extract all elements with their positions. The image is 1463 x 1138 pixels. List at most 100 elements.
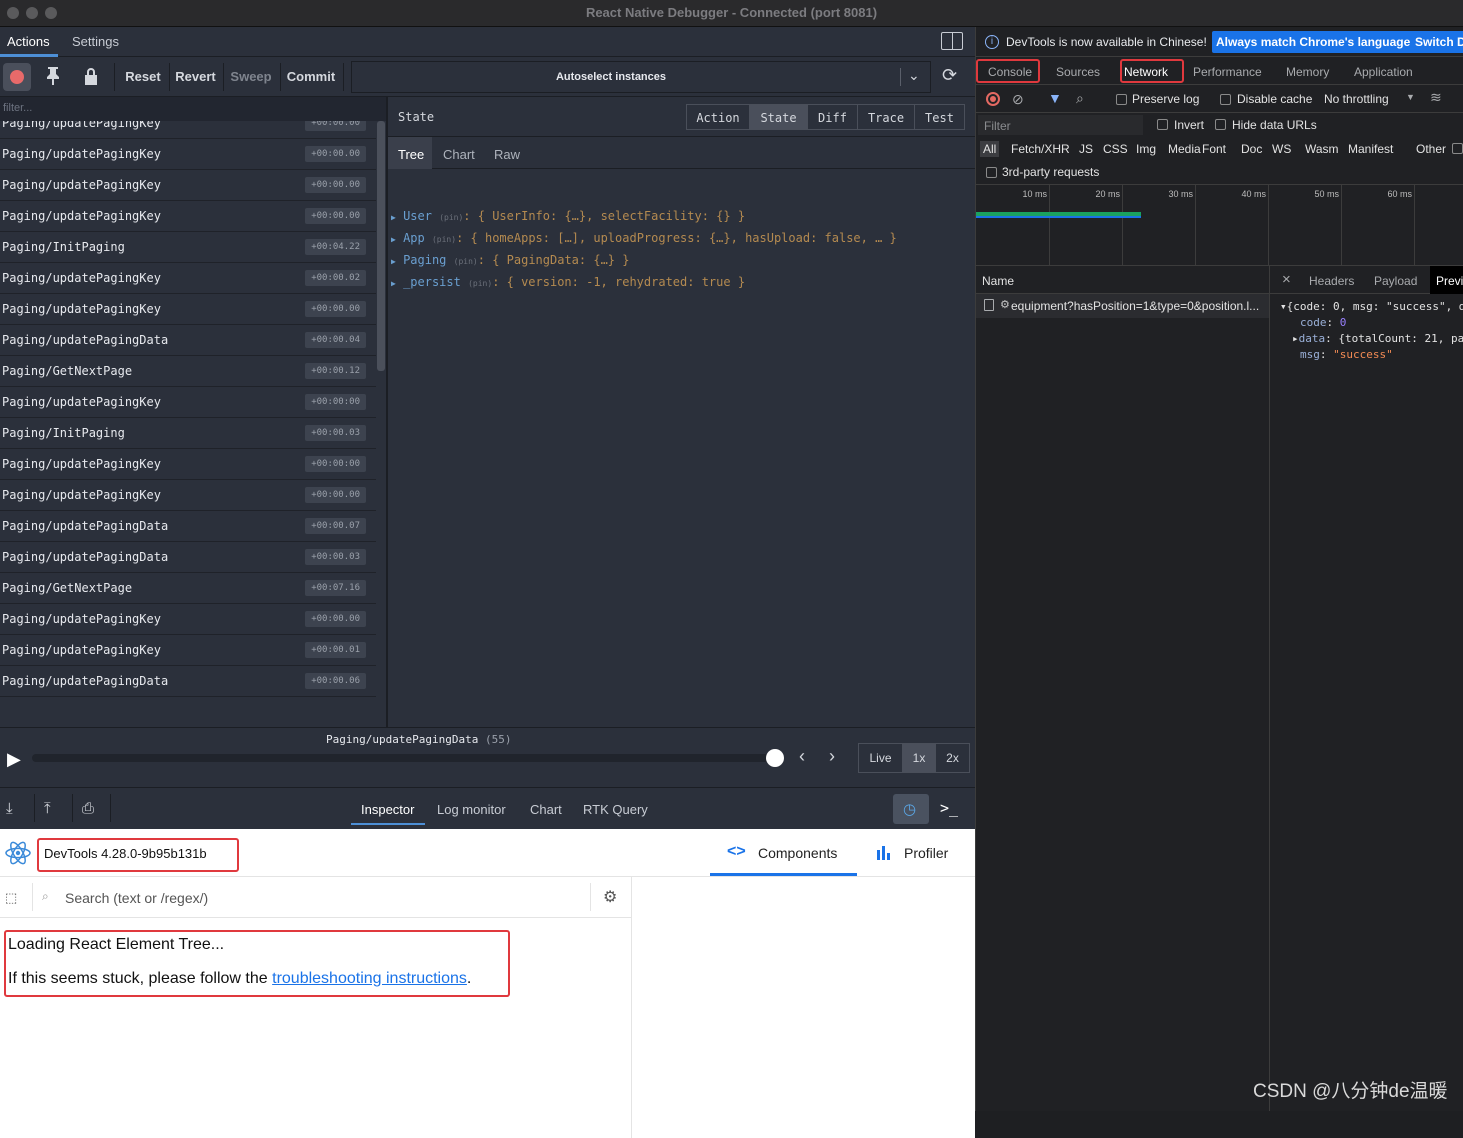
switch-language-button[interactable]: Switch D bbox=[1411, 31, 1463, 53]
upload-icon[interactable]: ⤒ bbox=[44, 800, 51, 817]
tab-raw[interactable]: Raw bbox=[494, 147, 520, 162]
action-row[interactable]: Paging/GetNextPage +00:00.12 bbox=[0, 356, 376, 387]
sweep-button[interactable]: Sweep bbox=[227, 63, 275, 91]
terminal-icon[interactable]: >_ bbox=[940, 799, 958, 817]
tab-preview[interactable]: Previ bbox=[1436, 274, 1463, 288]
tab-performance[interactable]: Performance bbox=[1193, 65, 1262, 79]
sync-icon[interactable]: ⟳ bbox=[942, 65, 957, 86]
tab-chart[interactable]: Chart bbox=[443, 147, 475, 162]
play-icon[interactable]: ▶ bbox=[7, 749, 21, 770]
book-icon[interactable] bbox=[941, 32, 963, 50]
live-button[interactable]: Live bbox=[858, 743, 903, 773]
component-search-input[interactable]: Search (text or /regex/) bbox=[65, 890, 208, 906]
tab-actions[interactable]: Actions bbox=[7, 34, 50, 49]
tab-profiler[interactable]: Profiler bbox=[904, 845, 948, 861]
wifi-settings-icon[interactable]: ≋ bbox=[1430, 89, 1442, 106]
action-row[interactable]: Paging/updatePagingKey +00:00.00 bbox=[0, 604, 376, 635]
gear-icon[interactable]: ⚙ bbox=[603, 887, 617, 907]
type-filter-js[interactable]: JS bbox=[1079, 142, 1093, 156]
disable-cache-checkbox[interactable] bbox=[1220, 94, 1231, 105]
name-column-header[interactable]: Name bbox=[976, 266, 1269, 294]
slider-handle[interactable] bbox=[766, 749, 784, 767]
tab-headers[interactable]: Headers bbox=[1309, 274, 1354, 288]
lock-icon[interactable] bbox=[84, 67, 98, 85]
action-tab-button[interactable]: Action bbox=[686, 104, 750, 130]
select-element-icon[interactable]: ⬚ bbox=[5, 890, 17, 906]
state-tab-button[interactable]: State bbox=[749, 104, 808, 130]
tab-payload[interactable]: Payload bbox=[1374, 274, 1417, 288]
download-icon[interactable]: ⤓ bbox=[6, 800, 13, 817]
preview-data-row[interactable]: ▸data: {totalCount: 21, pa bbox=[1292, 332, 1463, 345]
type-filter-css[interactable]: CSS bbox=[1103, 142, 1128, 156]
tab-rtk-query[interactable]: RTK Query bbox=[583, 802, 648, 817]
action-row[interactable]: Paging/updatePagingData +00:00.06 bbox=[0, 666, 376, 697]
tab-console[interactable]: Console bbox=[988, 65, 1032, 79]
action-row[interactable]: Paging/updatePagingData +00:00.07 bbox=[0, 511, 376, 542]
search-icon[interactable]: ⌕ bbox=[1076, 90, 1084, 107]
action-row[interactable]: Paging/updatePagingKey +00:00.00 bbox=[0, 294, 376, 325]
type-filter-fetchxhr[interactable]: Fetch/XHR bbox=[1011, 142, 1070, 156]
state-tree-node[interactable]: ▶ _persist (pin): { version: -1, rehydra… bbox=[391, 275, 745, 289]
print-icon[interactable]: ⎙ bbox=[82, 800, 94, 817]
filter-icon[interactable]: ▼ bbox=[1048, 90, 1062, 106]
tab-components[interactable]: Components bbox=[758, 845, 837, 861]
throttling-select[interactable]: No throttling bbox=[1324, 92, 1389, 106]
chevron-right-icon[interactable]: › bbox=[829, 746, 835, 767]
state-tree-node[interactable]: ▶ User (pin): { UserInfo: {…}, selectFac… bbox=[391, 209, 745, 223]
tab-memory[interactable]: Memory bbox=[1286, 65, 1329, 79]
preview-line1[interactable]: ▾{code: 0, msg: "success", d bbox=[1280, 300, 1463, 313]
hide-data-urls-checkbox[interactable] bbox=[1215, 119, 1226, 130]
preserve-log-checkbox[interactable] bbox=[1116, 94, 1127, 105]
action-row[interactable]: Paging/updatePagingData +00:00.03 bbox=[0, 542, 376, 573]
action-row[interactable]: Paging/updatePagingKey +00:00:00 bbox=[0, 387, 376, 418]
actions-filter-input[interactable]: filter... bbox=[0, 97, 386, 121]
tab-log-monitor[interactable]: Log monitor bbox=[437, 802, 506, 817]
close-icon[interactable]: × bbox=[1282, 271, 1291, 288]
tab-settings[interactable]: Settings bbox=[72, 34, 119, 49]
type-filter-other[interactable]: Other bbox=[1416, 142, 1446, 156]
action-row[interactable]: Paging/InitPaging +00:00.03 bbox=[0, 418, 376, 449]
type-filter-media[interactable]: Media bbox=[1168, 142, 1201, 156]
speed-2x-button[interactable]: 2x bbox=[935, 743, 970, 773]
tab-inspector[interactable]: Inspector bbox=[361, 802, 414, 817]
pin-icon[interactable] bbox=[46, 66, 60, 86]
record-button[interactable] bbox=[3, 63, 31, 91]
type-filter-img[interactable]: Img bbox=[1136, 142, 1156, 156]
timer-toggle-button[interactable]: ◷ bbox=[893, 794, 929, 824]
diff-tab-button[interactable]: Diff bbox=[807, 104, 858, 130]
match-language-button[interactable]: Always match Chrome's language bbox=[1212, 31, 1415, 53]
instance-select[interactable]: Autoselect instances ⌄ bbox=[351, 61, 931, 93]
state-tree-node[interactable]: ▶ Paging (pin): { PagingData: {…} } bbox=[391, 253, 629, 267]
trace-tab-button[interactable]: Trace bbox=[857, 104, 915, 130]
tab-chart-monitor[interactable]: Chart bbox=[530, 802, 562, 817]
tab-network[interactable]: Network bbox=[1124, 65, 1168, 79]
network-filter-input[interactable]: Filter bbox=[984, 119, 1011, 133]
invert-checkbox[interactable] bbox=[1157, 119, 1168, 130]
request-row[interactable]: ⚙ equipment?hasPosition=1&type=0&positio… bbox=[976, 294, 1269, 318]
type-filter-wasm[interactable]: Wasm bbox=[1305, 142, 1339, 156]
extra-filter-checkbox[interactable] bbox=[1452, 143, 1463, 154]
type-filter-doc[interactable]: Doc bbox=[1241, 142, 1262, 156]
action-row[interactable]: Paging/updatePagingKey +00:00.00 bbox=[0, 139, 376, 170]
revert-button[interactable]: Revert bbox=[173, 63, 218, 91]
tab-application[interactable]: Application bbox=[1354, 65, 1413, 79]
state-tree-node[interactable]: ▶ App (pin): { homeApps: […], uploadProg… bbox=[391, 231, 897, 245]
type-filter-all[interactable]: All bbox=[980, 141, 1000, 157]
timeline-slider[interactable] bbox=[32, 754, 784, 762]
action-row[interactable]: Paging/updatePagingKey +00:00.00 bbox=[0, 170, 376, 201]
type-filter-ws[interactable]: WS bbox=[1272, 142, 1291, 156]
clear-icon[interactable]: ⊘ bbox=[1012, 91, 1024, 108]
action-row[interactable]: Paging/updatePagingKey +00:00.01 bbox=[0, 635, 376, 666]
action-row[interactable]: Paging/updatePagingKey +00:00.00 bbox=[0, 480, 376, 511]
chevron-left-icon[interactable]: ‹ bbox=[799, 746, 805, 767]
action-row[interactable]: Paging/updatePagingKey +00:00.02 bbox=[0, 263, 376, 294]
type-filter-manifest[interactable]: Manifest bbox=[1348, 142, 1393, 156]
tab-sources[interactable]: Sources bbox=[1056, 65, 1100, 79]
action-row[interactable]: Paging/updatePagingData +00:00.04 bbox=[0, 325, 376, 356]
record-network-icon[interactable] bbox=[986, 92, 1000, 106]
commit-button[interactable]: Commit bbox=[284, 63, 338, 91]
action-row[interactable]: Paging/InitPaging +00:04.22 bbox=[0, 232, 376, 263]
speed-1x-button[interactable]: 1x bbox=[902, 743, 936, 773]
action-row[interactable]: Paging/updatePagingKey +00:00.00 bbox=[0, 201, 376, 232]
third-party-checkbox[interactable] bbox=[986, 167, 997, 178]
